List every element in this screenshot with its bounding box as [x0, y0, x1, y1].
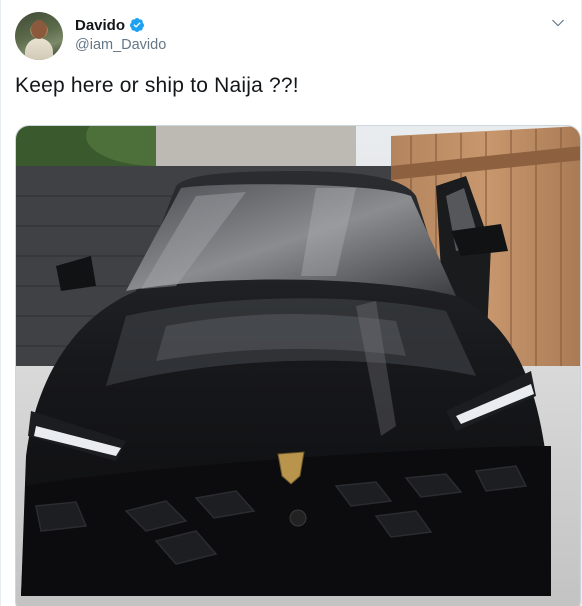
tweet-header: Davido @iam_Davido: [15, 12, 567, 60]
tweet-media-photo[interactable]: [15, 125, 581, 606]
chevron-down-icon[interactable]: [549, 14, 567, 32]
display-name[interactable]: Davido: [75, 17, 125, 34]
tweet-card: Davido @iam_Davido Keep here or ship to …: [0, 0, 582, 606]
avatar[interactable]: [15, 12, 63, 60]
avatar-body: [25, 38, 53, 60]
tweet-text: Keep here or ship to Naija ??!: [15, 74, 299, 97]
car-photo: [16, 126, 580, 606]
author-info: Davido @iam_Davido: [75, 15, 166, 54]
verified-badge-icon: [130, 18, 145, 32]
author-handle[interactable]: @iam_Davido: [75, 37, 166, 53]
display-name-row: Davido: [75, 15, 166, 35]
avatar-face: [31, 20, 47, 39]
